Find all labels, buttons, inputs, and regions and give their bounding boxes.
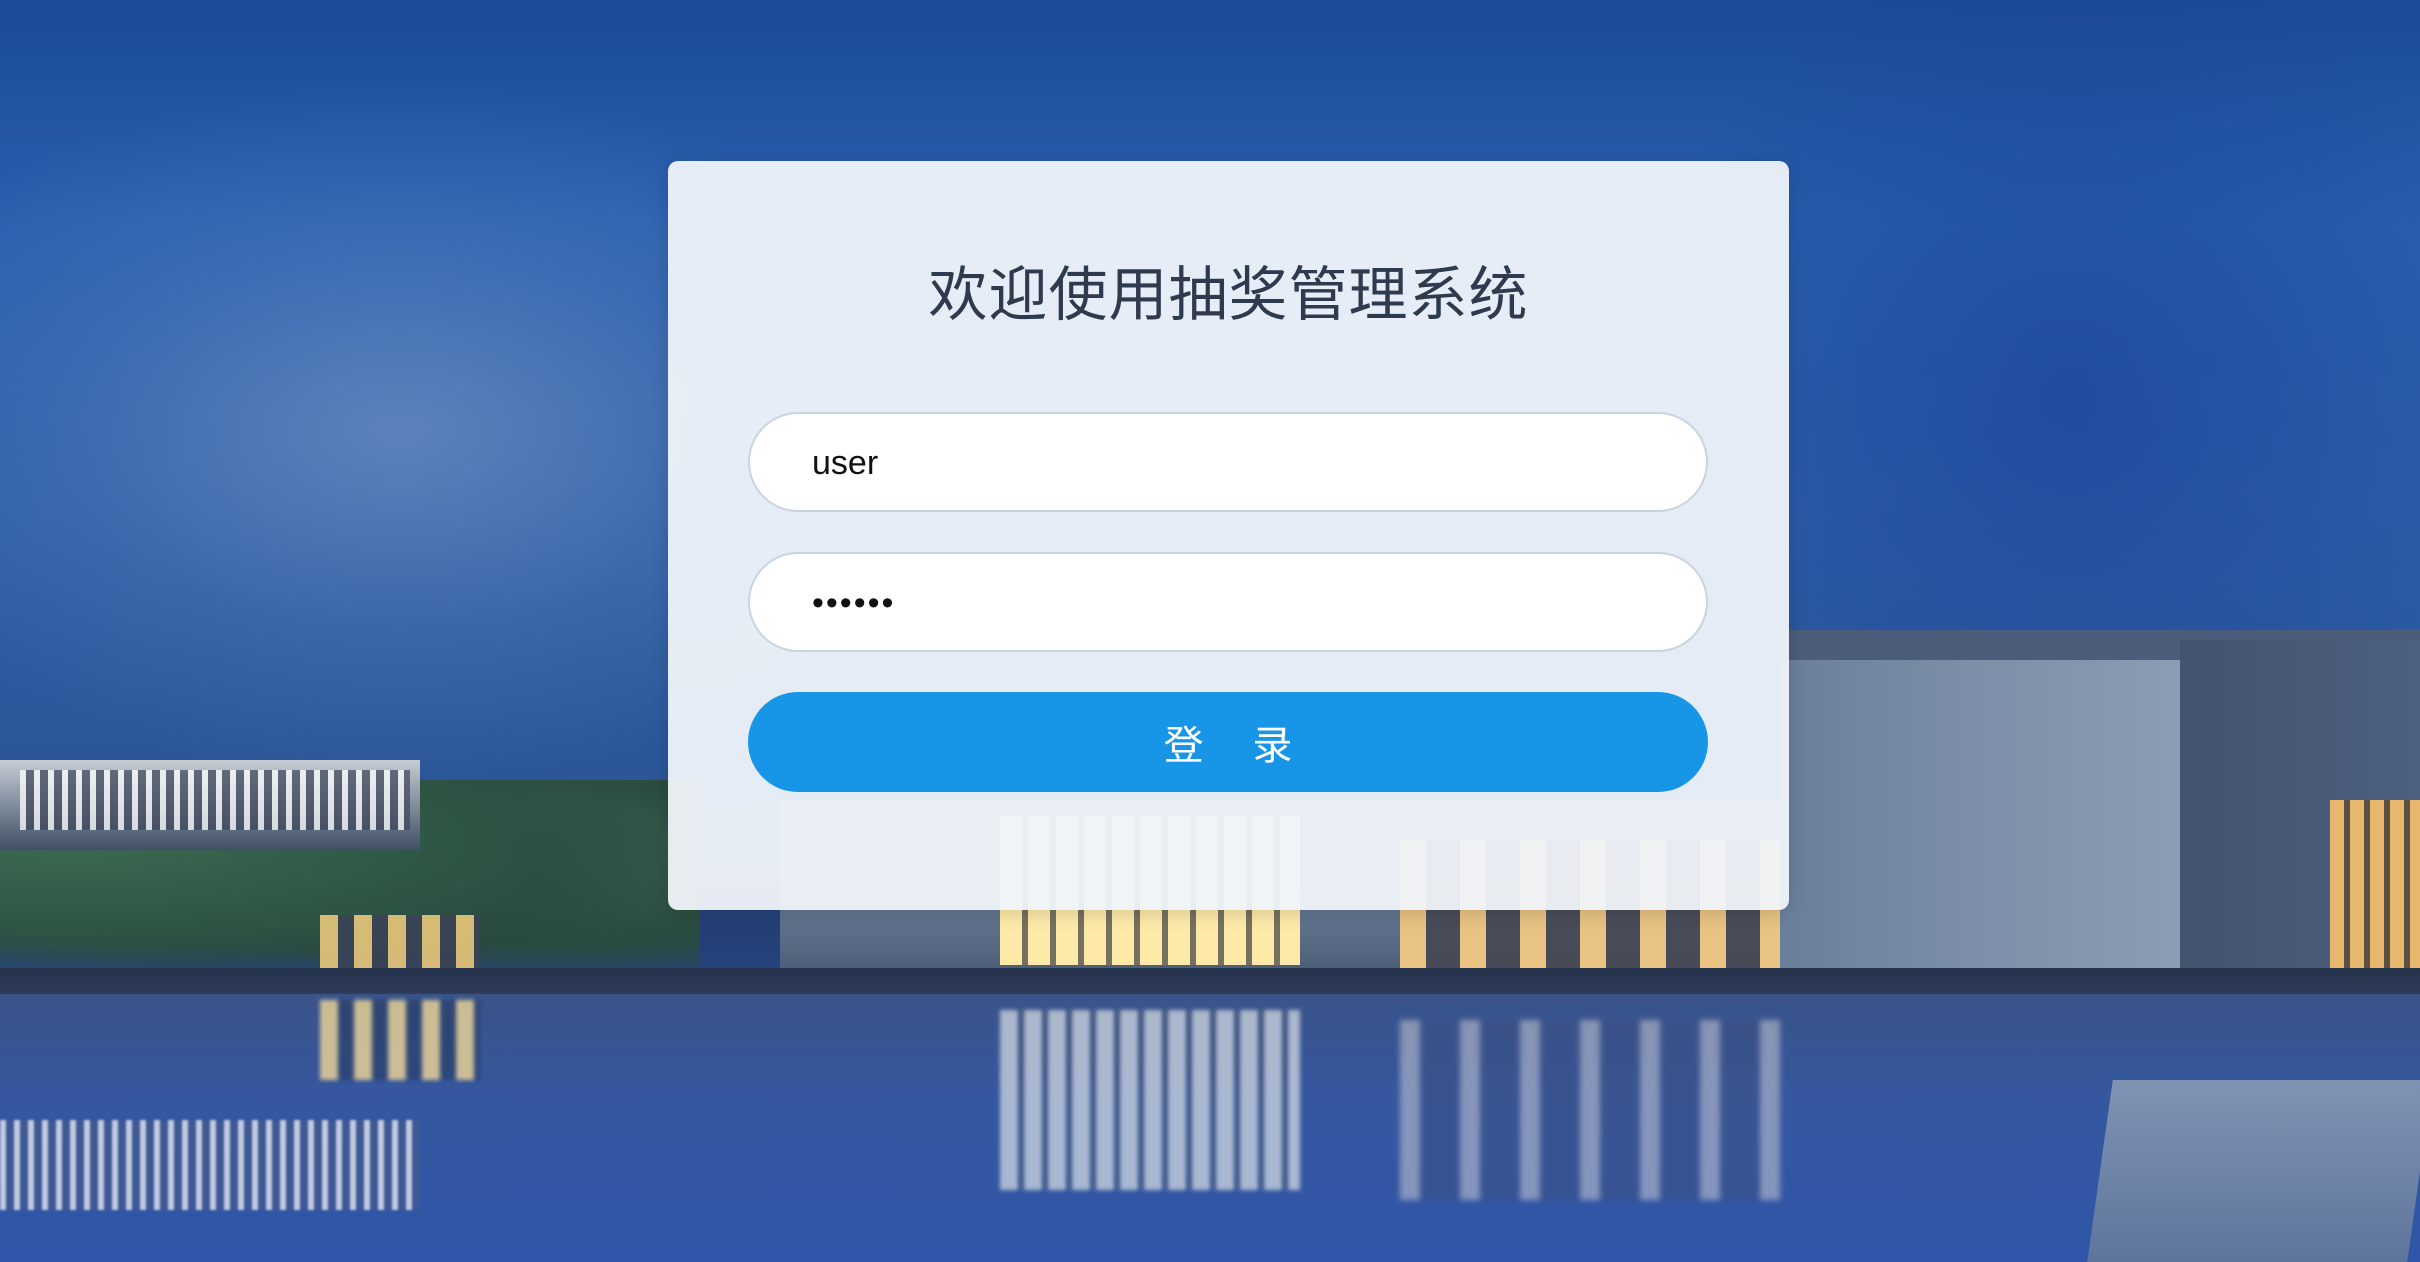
username-field-wrapper[interactable] — [748, 412, 1708, 512]
password-field-wrapper[interactable] — [748, 552, 1708, 652]
pier — [2087, 1080, 2420, 1262]
water-reflection — [320, 1000, 480, 1080]
building-left-facade — [20, 770, 410, 830]
login-title: 欢迎使用抽奖管理系统 — [928, 260, 1529, 329]
lit-windows-left — [320, 915, 480, 975]
water-reflection — [0, 1120, 420, 1210]
water-reflection — [1400, 1020, 1780, 1200]
waterline — [0, 968, 2420, 994]
password-input[interactable] — [810, 554, 1674, 652]
lit-windows-right — [2330, 800, 2420, 970]
login-button[interactable]: 登 录 — [748, 692, 1708, 792]
login-card: 欢迎使用抽奖管理系统 登 录 — [668, 161, 1789, 910]
username-input[interactable] — [810, 414, 1674, 512]
water-reflection — [1000, 1010, 1300, 1190]
